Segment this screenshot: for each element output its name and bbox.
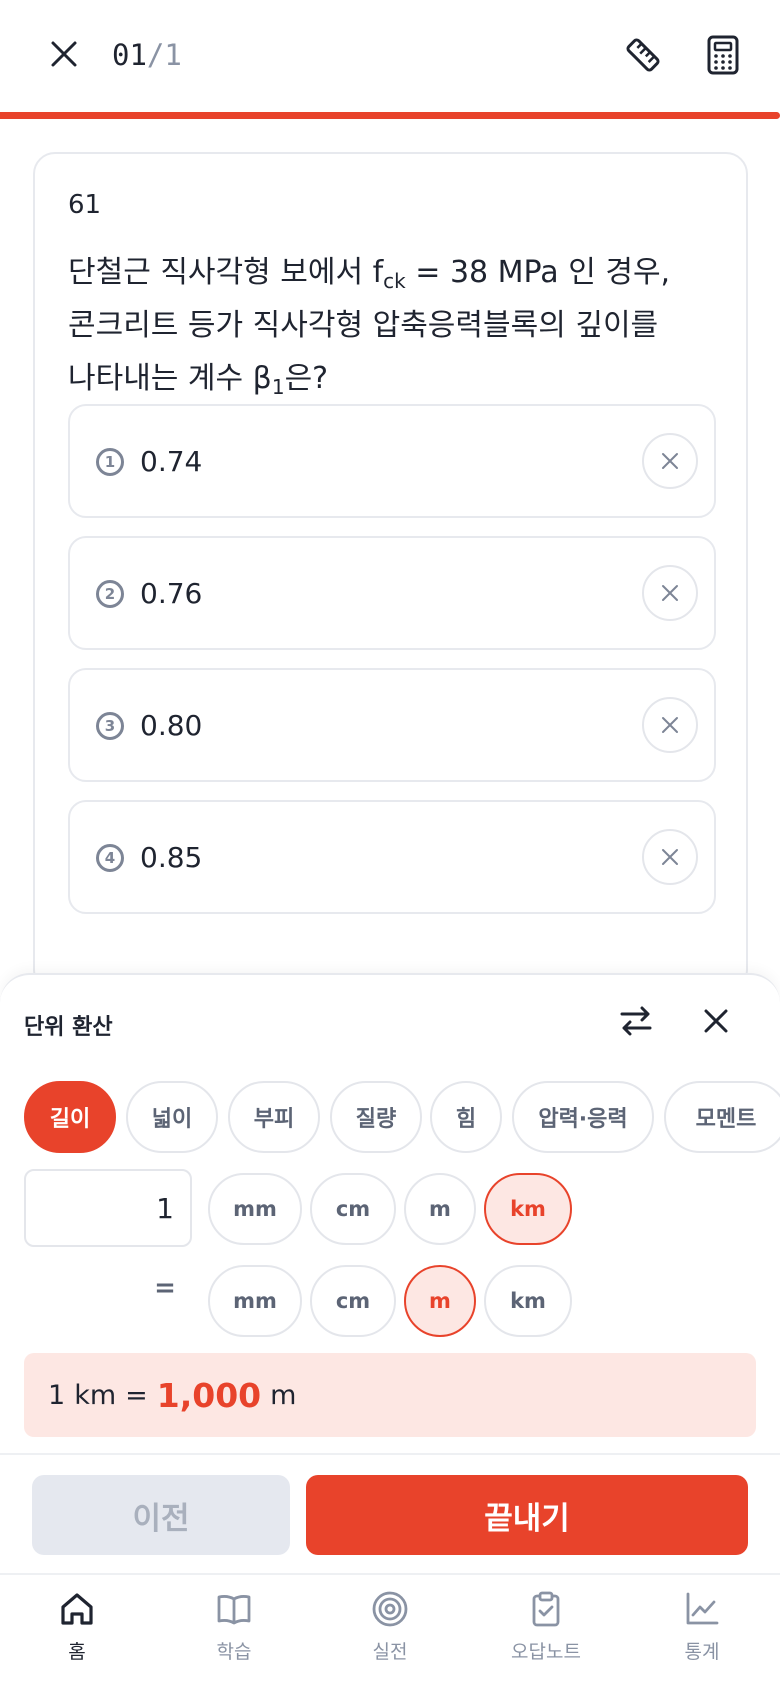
converter-title: 단위 환산	[24, 1015, 113, 1040]
from-unit-km[interactable]: km	[484, 1173, 572, 1245]
category-volume-tab[interactable]: 부피	[228, 1081, 320, 1153]
category-mass-tab[interactable]: 질량	[330, 1081, 422, 1153]
nav-label: 홈	[68, 1641, 86, 1663]
conversion-result: 1 km = 1,000 m	[24, 1353, 756, 1437]
category-pressure-stress-tab[interactable]: 압력·응력	[512, 1081, 654, 1153]
close-icon	[662, 717, 678, 733]
option-number-badge: 4	[96, 844, 124, 872]
option-text: 0.85	[140, 841, 203, 874]
nav-wrong-answer-notes[interactable]: 오답노트	[491, 1589, 601, 1679]
swap-arrows-icon	[620, 1006, 652, 1036]
equals-sign: =	[154, 1273, 176, 1303]
option-text: 0.74	[140, 445, 203, 478]
question-text: 단철근 직사각형 보에서 fck = 38 MPa 인 경우, 콘크리트 등가 …	[68, 246, 708, 405]
close-icon	[662, 585, 678, 601]
from-unit-m[interactable]: m	[404, 1173, 476, 1245]
question-number: 61	[68, 190, 102, 220]
result-equals: =	[125, 1379, 148, 1411]
top-bar: 01/1	[0, 0, 780, 112]
category-force-tab[interactable]: 힘	[430, 1081, 502, 1153]
clipboard-check-icon	[526, 1589, 566, 1629]
option-text: 0.80	[140, 709, 203, 742]
to-unit-m[interactable]: m	[404, 1265, 476, 1337]
to-unit-mm[interactable]: mm	[208, 1265, 302, 1337]
nav-label: 통계	[684, 1641, 720, 1663]
nav-home[interactable]: 홈	[22, 1589, 132, 1679]
question-subscript-1: 1	[271, 375, 285, 399]
result-input-value: 1	[48, 1379, 66, 1411]
eliminate-option-3-button[interactable]	[642, 697, 698, 753]
previous-button[interactable]: 이전	[32, 1475, 290, 1555]
result-input-unit: km	[74, 1379, 117, 1411]
option-text: 0.76	[140, 577, 203, 610]
eliminate-option-2-button[interactable]	[642, 565, 698, 621]
close-quiz-button[interactable]	[44, 34, 84, 74]
option-number-badge: 2	[96, 580, 124, 608]
nav-practice[interactable]: 실전	[335, 1589, 445, 1679]
question-subscript-ck: ck	[383, 269, 406, 293]
action-bar: 이전 끝내기	[0, 1453, 780, 1573]
total-question-count: 1	[164, 38, 182, 72]
to-unit-cm[interactable]: cm	[310, 1265, 396, 1337]
category-length-tab[interactable]: 길이	[24, 1081, 116, 1153]
question-line-3-part-a: 나타내는 계수 β	[68, 361, 272, 396]
home-icon	[57, 1589, 97, 1629]
swap-units-button[interactable]	[614, 999, 658, 1043]
progress-bar	[0, 112, 780, 119]
question-line-3-part-b: 은?	[284, 361, 329, 396]
answer-option-3[interactable]: 3 0.80	[68, 668, 716, 782]
close-icon	[704, 1009, 728, 1033]
bottom-navigation: 홈 학습 실전 오답노트 통계	[0, 1573, 780, 1688]
question-line-1: 단철근 직사각형 보에서 fck = 38 MPa 인 경우,	[68, 246, 708, 299]
answer-option-1[interactable]: 1 0.74	[68, 404, 716, 518]
answer-option-4[interactable]: 4 0.85	[68, 800, 716, 914]
result-unit: m	[270, 1379, 297, 1411]
nav-study[interactable]: 학습	[179, 1589, 289, 1679]
current-question-number: 01	[112, 38, 147, 72]
to-unit-km[interactable]: km	[484, 1265, 572, 1337]
nav-label: 학습	[216, 1641, 252, 1663]
target-icon	[370, 1589, 410, 1629]
question-card: 61 단철근 직사각형 보에서 fck = 38 MPa 인 경우, 콘크리트 …	[33, 152, 748, 992]
eliminate-option-1-button[interactable]	[642, 433, 698, 489]
from-unit-cm[interactable]: cm	[310, 1173, 396, 1245]
close-icon	[662, 453, 678, 469]
nav-statistics[interactable]: 통계	[647, 1589, 757, 1679]
counter-separator: /	[146, 38, 165, 72]
category-area-tab[interactable]: 넓이	[126, 1081, 218, 1153]
close-converter-button[interactable]	[694, 999, 738, 1043]
nav-label: 오답노트	[511, 1641, 581, 1663]
option-number-badge: 3	[96, 712, 124, 740]
finish-button[interactable]: 끝내기	[306, 1475, 748, 1555]
category-moment-tab[interactable]: 모멘트	[664, 1081, 780, 1153]
chart-line-icon	[682, 1589, 722, 1629]
ruler-icon	[626, 38, 660, 72]
value-input[interactable]	[24, 1169, 192, 1247]
book-icon	[214, 1589, 254, 1629]
unit-category-tabs: 길이 넓이 부피 질량 힘 압력·응력 모멘트	[24, 1081, 780, 1153]
calculator-icon	[707, 35, 739, 75]
close-icon	[662, 849, 678, 865]
from-unit-mm[interactable]: mm	[208, 1173, 302, 1245]
question-line-1-part-b: = 38 MPa 인 경우,	[405, 255, 671, 290]
nav-label: 실전	[372, 1641, 408, 1663]
question-line-2: 콘크리트 등가 직사각형 압축응력블록의 깊이를	[68, 308, 659, 343]
calculator-button[interactable]	[700, 32, 746, 78]
close-icon	[51, 41, 77, 67]
result-value: 1,000	[156, 1375, 262, 1415]
unit-converter-panel: 단위 환산 길이 넓이 부피 질량 힘 압력·응력 모멘트 mm cm m km…	[0, 973, 780, 1453]
question-line-1-part-a: 단철근 직사각형 보에서 f	[68, 255, 384, 290]
option-number-badge: 1	[96, 448, 124, 476]
question-line-3: 나타내는 계수 β1은?	[68, 352, 708, 405]
question-counter: 01/1	[112, 34, 182, 76]
unit-converter-button[interactable]	[620, 32, 666, 78]
answer-option-2[interactable]: 2 0.76	[68, 536, 716, 650]
eliminate-option-4-button[interactable]	[642, 829, 698, 885]
progress-bar-fill	[0, 112, 780, 119]
